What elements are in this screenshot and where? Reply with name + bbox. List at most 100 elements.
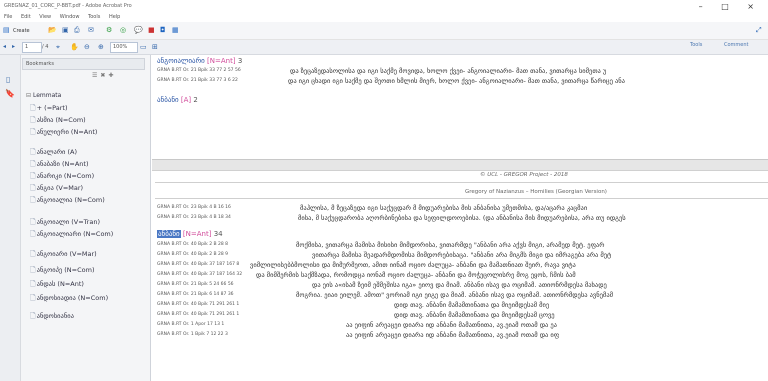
entry-count: 2 — [193, 96, 198, 104]
concordance-line: და ეის ა«ისამ ზეიმ ეშმეშისა იგა» ეიოვ და… — [312, 281, 607, 289]
entry-pos: [N=Ant] — [207, 57, 236, 65]
bookmark-icon: 🗋 — [30, 230, 36, 238]
bookmark-icon: 🗋 — [30, 294, 36, 302]
bookmark-item[interactable]: 🗋ანალარი (A) — [30, 148, 77, 156]
page-break — [152, 159, 768, 171]
bookmark-item[interactable]: 🗋ანგოიპე (N=Com) — [30, 266, 94, 274]
concordance-line: აა ეიფინ არეაცეი დიარა იდ ანბანი მამათნი… — [346, 321, 557, 329]
bookmark-root-label: Lemmata — [32, 92, 62, 99]
collapse-toggle-icon[interactable]: ⊟ — [26, 92, 31, 99]
entry-heading: ანბანი [A] 2 — [157, 96, 198, 105]
highlight-icon[interactable]: ■ — [148, 24, 155, 36]
prev-page-icon[interactable]: ◂ — [3, 41, 6, 53]
share-icon[interactable]: ▦ — [172, 24, 179, 36]
bookmark-icon: 🗋 — [30, 184, 36, 192]
next-page-icon[interactable]: ▸ — [12, 41, 15, 53]
close-button[interactable]: × — [747, 2, 762, 11]
reference: GRNA B.RT Or. 40 Bpik 2 B 28 9 — [157, 252, 229, 257]
menu-file[interactable]: File — [4, 14, 12, 20]
entry-pos: [A] — [180, 96, 192, 104]
reference: GRNA B.RT Or. 40 Bpik 37 187 164 32 — [157, 272, 243, 277]
page-footer: © UCL - GREGOR Project - 2018 — [480, 172, 568, 178]
fit-width-icon[interactable]: ⊞ — [152, 41, 158, 53]
bookmark-item[interactable]: 🗋ანდოსიადია (N=Com) — [30, 294, 108, 302]
bookmark-item[interactable]: 🗋ანგოიალია (N=Com) — [30, 196, 105, 204]
create-button[interactable]: Create — [13, 25, 30, 37]
page-number-input[interactable]: 1 — [22, 42, 42, 53]
concordance-line: ვითარცა მამისა შეადარმდომისა მიმდორებისა… — [312, 251, 612, 259]
tools-button[interactable]: Tools — [690, 42, 702, 48]
bookmark-icon: 🗋 — [30, 266, 36, 274]
bookmark-item[interactable]: 🗋ანგოიალიარი (N=Com) — [30, 230, 113, 238]
concordance-line: დიდ თავ. ანბანი მამამთინათა და მიეიმდესა… — [394, 301, 550, 309]
entry-heading: ანბანი [N=Ant] 34 — [157, 230, 223, 239]
zoom-select[interactable]: 100% — [110, 42, 138, 53]
bookmark-item[interactable]: 🗋ანდოსიანია — [30, 312, 74, 320]
bookmark-item[interactable]: 🗋ანდას (N=Ant) — [30, 280, 84, 288]
bookmark-item[interactable]: 🗋ანგოიარი (V=Mar) — [30, 250, 97, 258]
settings-icon[interactable]: ⚙ — [106, 24, 112, 36]
minimize-button[interactable]: – — [699, 2, 711, 11]
menu-view[interactable]: View — [39, 14, 51, 20]
bookmark-icon: 🗋 — [30, 196, 36, 204]
reference: GRNA B.RT Or. 40 Bpik 71 291 261 1 — [157, 312, 240, 317]
select-tool-icon[interactable]: ⌖ — [56, 41, 60, 53]
entry-lemma: ანგოიალიარი — [157, 57, 205, 65]
reference: GRNA B.RT Or. 23 Bpik 4 B 16 16 — [157, 205, 231, 210]
create-icon[interactable]: ▤ — [3, 24, 10, 36]
bookmark-root[interactable]: ⊟ Lemmata — [26, 92, 61, 99]
concordance-line: დიდ თავ. ანბანი მამამთინათა და მიეიმდესა… — [394, 311, 555, 319]
divider — [155, 198, 768, 199]
bookmark-item[interactable]: 🗋ანულიერი (N=Ant) — [30, 128, 97, 136]
bookmark-item[interactable]: 🗋ასმია (N=Com) — [30, 116, 86, 124]
entry-lemma: ანბანი — [157, 96, 179, 104]
bookmark-icon: 🗋 — [30, 148, 36, 156]
bookmark-icon: 🗋 — [30, 160, 36, 168]
menu-tools[interactable]: Tools — [88, 14, 100, 20]
bookmark-item[interactable]: 🗋ანგოიალი (V=Tran) — [30, 218, 100, 226]
menu-edit[interactable]: Edit — [21, 14, 31, 20]
title-bar: GREGNAZ_01_CORC_P-BBT.pdf - Adobe Acroba… — [0, 0, 768, 13]
bookmarks-icon[interactable]: 🔖 — [5, 89, 15, 98]
email-icon[interactable]: ✉ — [88, 24, 94, 36]
bookmark-item[interactable]: 🗋ანარიკი (N=Com) — [30, 172, 94, 180]
comment-icon[interactable]: 💬 — [134, 24, 143, 36]
running-header: Gregory of Nazianzus – Homilies (Georgia… — [465, 189, 607, 195]
print-icon[interactable]: ⎙ — [74, 24, 80, 36]
bookmark-new-icon[interactable]: ✚ — [108, 72, 116, 79]
reference: GRNA B.RT Or. 40 Bpik 37 187 167 8 — [157, 262, 240, 267]
concordance-line: აა ეიფინ არეაცეი დიარა იდ ანბანი მამათნი… — [346, 331, 560, 339]
menu-help[interactable]: Help — [109, 14, 120, 20]
menu-window[interactable]: Window — [60, 14, 80, 20]
reference: GRNA B.RT Or. 21 Bpik 6 14 87 36 — [157, 292, 234, 297]
collapse-icon[interactable]: ⤢ — [756, 24, 762, 36]
save-icon[interactable]: ▣ — [62, 24, 69, 36]
concordance-line: და იგი ცხადი იგი საქმე და შეოთი ხმლის მი… — [288, 77, 625, 85]
stamp-icon[interactable]: ◘ — [160, 24, 166, 36]
reference: GRNA B.RT Or. 1 Bpik 7 12 22 3 — [157, 332, 228, 337]
reference: GRNA B.RT Or. 21 Bpik 5 24 66 56 — [157, 282, 234, 287]
reference: GRNA B.RT Or. 40 Bpik 2 B 28 8 — [157, 242, 229, 247]
zoom-out-icon[interactable]: ⊖ — [84, 41, 90, 53]
concordance-line: მაჰლისა, მ ზეცაზედა იგი საქუცდარ მ მიდუა… — [300, 204, 588, 212]
zoom-in-icon[interactable]: ⊕ — [98, 41, 104, 53]
bookmark-toolbar: ☰✖✚ — [92, 72, 116, 79]
entry-count: 34 — [213, 230, 223, 238]
comment-button[interactable]: Comment — [724, 42, 749, 48]
globe-icon[interactable]: ◎ — [120, 24, 126, 36]
bookmark-item[interactable]: 🗋ანაბაზი (N=Ant) — [30, 160, 88, 168]
navigation-pane-strip: ▯ 🔖 — [0, 55, 21, 381]
bookmark-item[interactable]: 🗋+ (=Part) — [30, 104, 68, 112]
reference: GRNA B.RT Or. 21 Bpik 33 77 2 57 56 — [157, 68, 241, 73]
page-thumbnails-icon[interactable]: ▯ — [6, 75, 10, 84]
maximize-button[interactable]: □ — [721, 2, 737, 11]
reference: GRNA B.RT Or. 23 Bpik 4 B 18 34 — [157, 215, 231, 220]
concordance-line: და მიმშერმის საქმზადა, რომოდცა იონამ ოცი… — [256, 271, 576, 279]
hand-tool-icon[interactable]: ✋ — [70, 41, 79, 53]
fit-page-icon[interactable]: ▭ — [140, 41, 147, 53]
entry-heading: ანგოიალიარი [N=Ant] 3 — [157, 57, 242, 66]
concordance-line: და ზეცაზედასოლისა და იგი საქმე მოვიდა, ხ… — [290, 67, 607, 75]
bookmark-item[interactable]: 🗋ანგია (V=Mar) — [30, 184, 83, 192]
open-icon[interactable]: 📂 — [48, 24, 57, 36]
bookmark-icon: 🗋 — [30, 172, 36, 180]
